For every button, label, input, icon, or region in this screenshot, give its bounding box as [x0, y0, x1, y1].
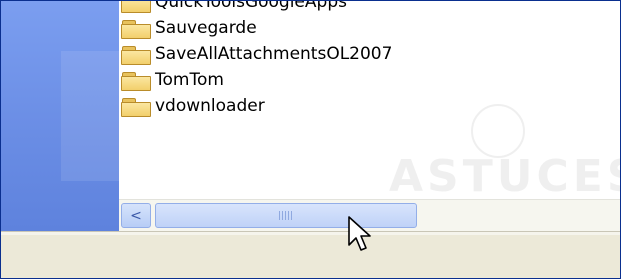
watermark-text: ASTUCES: [389, 151, 620, 199]
grip-icon: [279, 211, 293, 220]
file-list-pane[interactable]: ASTUCES QuickToolsGoogleApps Sauvegarde …: [119, 1, 620, 199]
folder-icon: [121, 71, 151, 91]
folder-name: vdownloader: [155, 96, 265, 116]
folder-name: QuickToolsGoogleApps: [155, 1, 347, 12]
chevron-left-icon: <: [130, 207, 142, 224]
scroll-left-button[interactable]: <: [121, 203, 151, 228]
mouse-cursor-icon: [348, 216, 371, 251]
folder-icon: [121, 1, 151, 13]
list-item[interactable]: QuickToolsGoogleApps: [119, 1, 392, 15]
folder-list: QuickToolsGoogleApps Sauvegarde SaveAllA…: [119, 1, 392, 119]
list-item[interactable]: Sauvegarde: [119, 15, 392, 41]
folder-icon: [121, 19, 151, 39]
folder-icon: [121, 45, 151, 65]
scrollbar-thumb[interactable]: [155, 203, 417, 228]
list-item[interactable]: vdownloader: [119, 93, 392, 119]
list-item[interactable]: SaveAllAttachmentsOL2007: [119, 41, 392, 67]
watermark-sun-logo: [471, 104, 525, 158]
status-bar-highlight: [1, 232, 620, 235]
explorer-window: ASTUCES QuickToolsGoogleApps Sauvegarde …: [0, 0, 621, 279]
folder-name: SaveAllAttachmentsOL2007: [155, 44, 393, 64]
status-bar: [1, 231, 620, 278]
folder-name: Sauvegarde: [155, 18, 257, 38]
folder-icon: [121, 97, 151, 117]
list-item[interactable]: TomTom: [119, 67, 392, 93]
folder-name: TomTom: [155, 70, 224, 90]
task-pane: [1, 1, 151, 231]
